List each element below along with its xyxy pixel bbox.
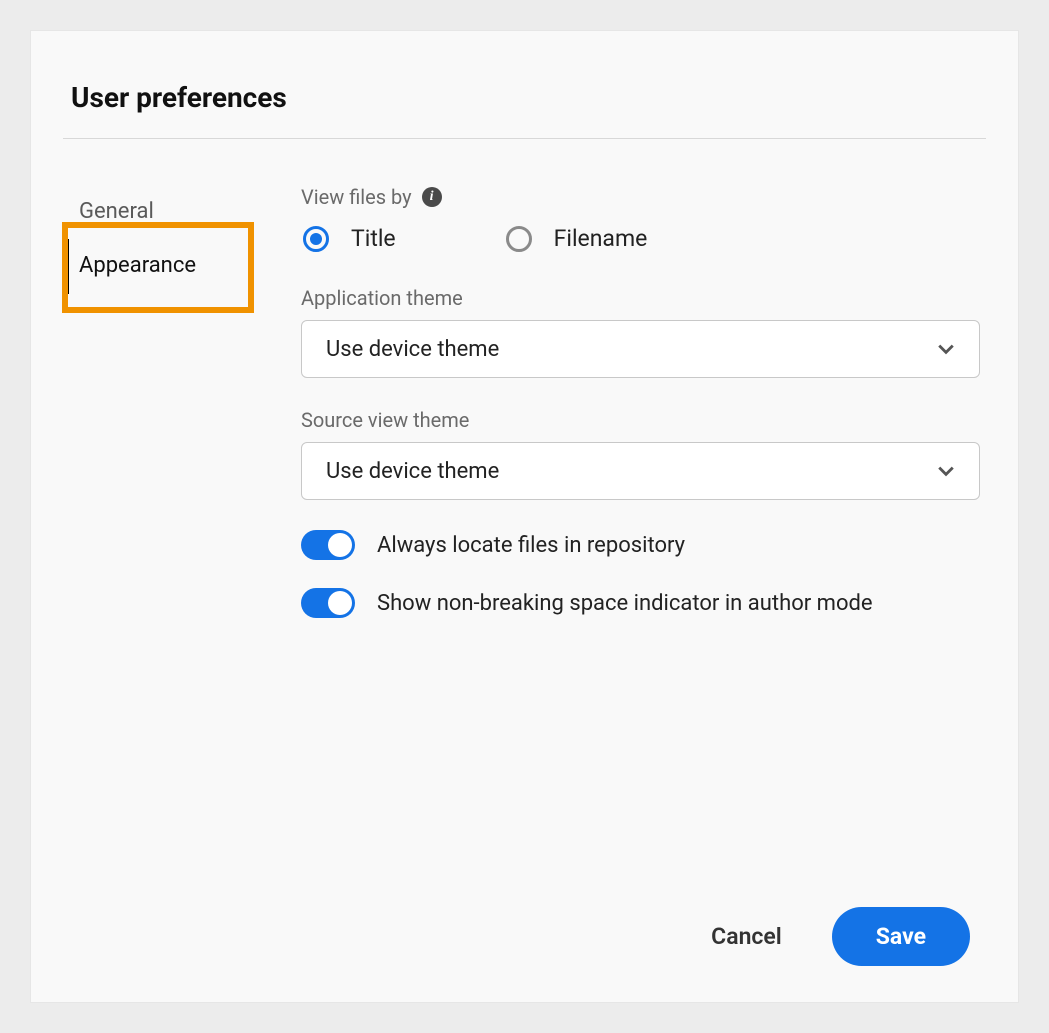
chevron-down-icon — [937, 340, 955, 358]
info-icon[interactable]: i — [422, 187, 442, 207]
tab-label: General — [79, 199, 154, 224]
select-value: Use device theme — [326, 337, 499, 362]
tab-appearance[interactable]: Appearance — [65, 239, 241, 293]
chevron-down-icon — [937, 462, 955, 480]
application-theme-label: Application theme — [301, 286, 980, 310]
toggle-label: Show non-breaking space indicator in aut… — [377, 591, 873, 616]
source-view-theme-group: Source view theme Use device theme — [301, 408, 980, 500]
radio-button-icon — [303, 226, 329, 252]
user-preferences-dialog: User preferences General Appearance View… — [30, 30, 1019, 1003]
toggle-label: Always locate files in repository — [377, 533, 685, 558]
toggle-switch[interactable] — [301, 530, 355, 560]
view-files-by-radio-group: Title Filename — [301, 225, 980, 252]
dialog-title: User preferences — [71, 81, 986, 114]
dialog-footer: Cancel Save — [63, 907, 986, 966]
divider — [63, 138, 986, 139]
radio-filename[interactable]: Filename — [506, 225, 648, 252]
radio-button-icon — [506, 226, 532, 252]
application-theme-group: Application theme Use device theme — [301, 286, 980, 378]
sidebar: General Appearance — [71, 185, 241, 907]
application-theme-select[interactable]: Use device theme — [301, 320, 980, 378]
select-value: Use device theme — [326, 459, 499, 484]
source-view-theme-label: Source view theme — [301, 408, 980, 432]
toggle-always-locate-files: Always locate files in repository — [301, 530, 980, 560]
radio-label: Filename — [554, 225, 648, 252]
source-view-theme-select[interactable]: Use device theme — [301, 442, 980, 500]
appearance-panel: View files by i Title Filename Applicati… — [301, 185, 986, 907]
cancel-button[interactable]: Cancel — [711, 923, 782, 950]
tab-general[interactable]: General — [71, 185, 241, 239]
view-files-by-label: View files by i — [301, 185, 980, 209]
dialog-body: General Appearance View files by i Title… — [63, 185, 986, 907]
tab-label: Appearance — [79, 253, 196, 278]
radio-label: Title — [351, 225, 396, 252]
radio-title[interactable]: Title — [303, 225, 396, 252]
toggle-switch[interactable] — [301, 588, 355, 618]
save-button[interactable]: Save — [832, 907, 970, 966]
toggle-nbsp-indicator: Show non-breaking space indicator in aut… — [301, 588, 980, 618]
